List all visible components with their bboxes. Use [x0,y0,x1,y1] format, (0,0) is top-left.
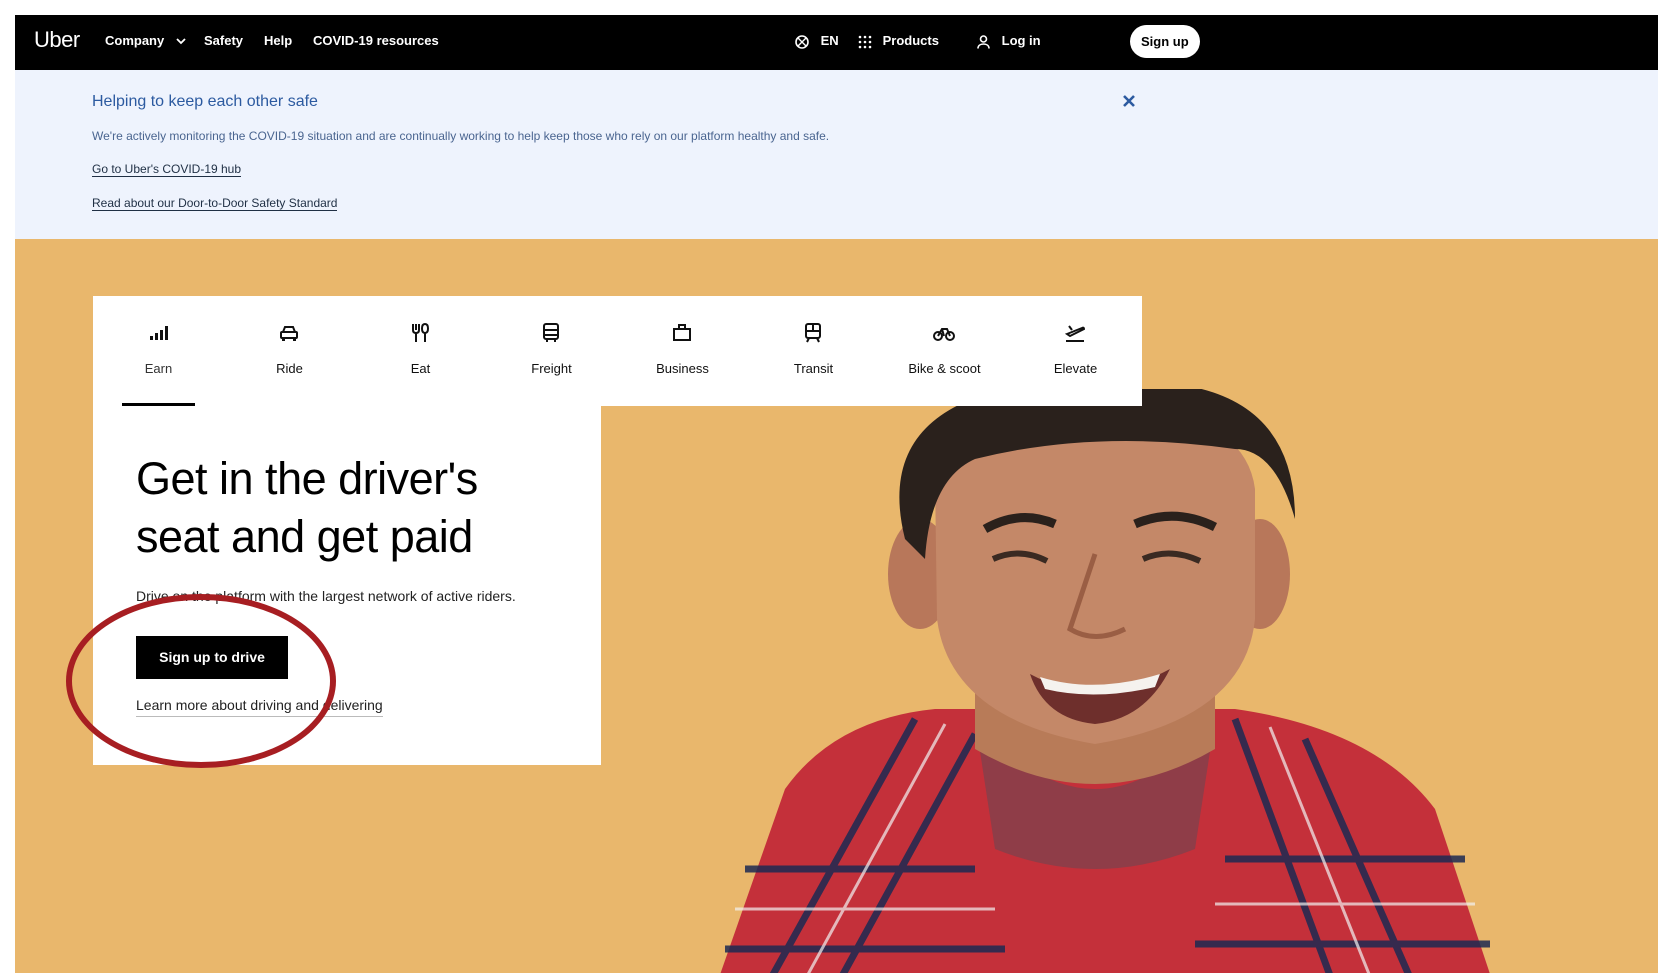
hero-section: Earn Ride Eat Freight Business Transit B… [15,239,1658,973]
nav-login[interactable]: Log in [977,33,1041,49]
learn-more-link[interactable]: Learn more about driving and delivering [136,697,383,717]
hero-card: Get in the driver's seat and get paid Dr… [93,406,601,765]
tab-label: Freight [531,361,572,376]
tab-label: Earn [144,361,173,376]
hero-headline: Get in the driver's seat and get paid [136,453,478,562]
tab-freight[interactable]: Freight [486,296,617,406]
banner-title: Helping to keep each other safe [92,93,318,110]
tab-bike-scoot[interactable]: Bike & scoot [879,296,1010,406]
language-selector[interactable]: EN [795,33,839,49]
covid-hub-link[interactable]: Go to Uber's COVID-19 hub [92,162,242,177]
tab-earn[interactable]: Earn [93,296,224,406]
bike-icon [933,328,955,341]
covid-banner: Helping to keep each other safe We're ac… [15,70,1658,239]
car-icon [280,326,298,341]
nav-products[interactable]: Products [858,33,939,49]
safety-standard-link[interactable]: Read about our Door-to-Door Safety Stand… [92,196,338,211]
nav-company[interactable]: Company [105,33,186,48]
language-label: EN [820,33,839,48]
uber-logo[interactable]: Uber [34,27,80,53]
nav-help[interactable]: Help [264,33,292,48]
tab-business[interactable]: Business [617,296,748,406]
signup-button[interactable]: Sign up [1130,25,1200,58]
tab-label: Bike & scoot [908,361,981,376]
nav-covid-resources[interactable]: COVID-19 resources [313,33,439,48]
tab-transit[interactable]: Transit [748,296,879,406]
nav-company-label: Company [105,33,165,48]
nav-login-label: Log in [1001,33,1041,48]
person-icon [977,34,990,49]
globe-icon [795,34,809,49]
hero-subtext: Drive on the platform with the largest n… [136,588,516,604]
chevron-down-icon [176,38,186,45]
nav-products-label: Products [882,33,939,48]
uber-homepage: Uber Company Safety Help COVID-19 resour… [15,15,1658,973]
tab-eat[interactable]: Eat [355,296,486,406]
grid-icon [858,35,872,48]
airplane-icon [1064,325,1086,342]
truck-icon [543,323,559,342]
smiling-man-photo [720,389,1490,973]
tab-ride[interactable]: Ride [224,296,355,406]
tab-label: Business [656,361,709,376]
utensils-icon [412,322,430,342]
tab-label: Ride [276,361,303,376]
train-icon [805,323,821,343]
nav-safety[interactable]: Safety [204,33,243,48]
tab-label: Elevate [1053,361,1098,376]
close-icon[interactable] [1121,93,1137,109]
banner-description: We're actively monitoring the COVID-19 s… [92,129,830,143]
tab-label: Eat [410,361,431,376]
signal-bars-icon [150,326,168,340]
product-tabs: Earn Ride Eat Freight Business Transit B… [93,296,1142,406]
tab-elevate[interactable]: Elevate [1010,296,1141,406]
briefcase-icon [673,324,691,341]
tab-label: Transit [793,361,834,376]
sign-up-to-drive-button[interactable]: Sign up to drive [136,636,288,679]
top-nav: Uber Company Safety Help COVID-19 resour… [15,15,1658,70]
